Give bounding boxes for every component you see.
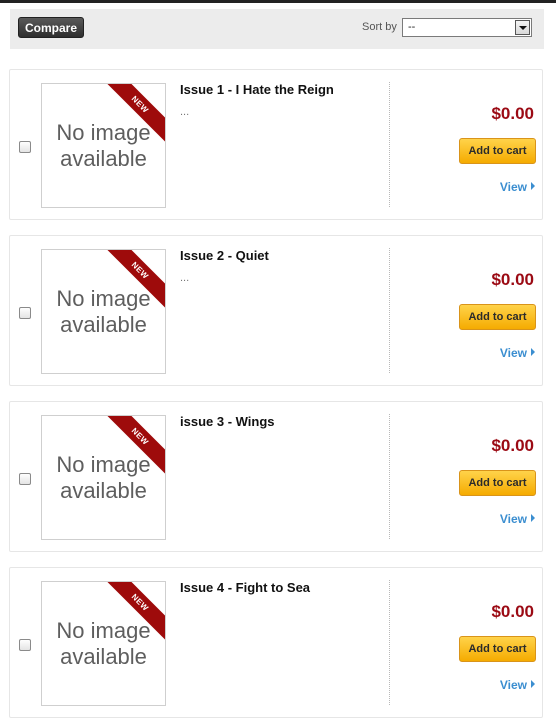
sort-select[interactable]: -- xyxy=(402,18,532,37)
product-card: No image available NEW issue 3 - Wings $… xyxy=(9,401,543,552)
chevron-down-icon[interactable] xyxy=(515,20,530,35)
no-image-placeholder: No image available xyxy=(42,452,165,504)
add-to-cart-button[interactable]: Add to cart xyxy=(459,304,536,330)
product-title[interactable]: Issue 2 - Quiet xyxy=(180,248,269,263)
placeholder-line-2: available xyxy=(60,478,147,503)
product-price: $0.00 xyxy=(491,602,534,621)
product-title[interactable]: issue 3 - Wings xyxy=(180,414,275,429)
view-link-label[interactable]: View xyxy=(500,180,527,194)
view-link[interactable]: View xyxy=(500,678,535,692)
product-title[interactable]: Issue 4 - Fight to Sea xyxy=(180,580,310,595)
toolbar: Compare Sort by -- xyxy=(10,9,544,49)
compare-checkbox[interactable] xyxy=(19,307,31,319)
compare-checkbox[interactable] xyxy=(19,141,31,153)
no-image-placeholder: No image available xyxy=(42,618,165,670)
product-image[interactable]: No image available NEW xyxy=(41,581,166,706)
product-card: No image available NEW Issue 2 - Quiet .… xyxy=(9,235,543,386)
sort-select-value: -- xyxy=(408,21,416,33)
product-title[interactable]: Issue 1 - I Hate the Reign xyxy=(180,82,334,97)
placeholder-line-2: available xyxy=(60,644,147,669)
divider xyxy=(389,248,390,373)
view-link-label[interactable]: View xyxy=(500,346,527,360)
caret-right-icon xyxy=(531,514,535,522)
product-card: No image available NEW Issue 1 - I Hate … xyxy=(9,69,543,220)
divider xyxy=(389,580,390,705)
sort-by-label: Sort by xyxy=(362,21,397,33)
caret-right-icon xyxy=(531,680,535,688)
product-image[interactable]: No image available NEW xyxy=(41,83,166,208)
product-description: ... xyxy=(180,106,190,118)
product-card: No image available NEW Issue 4 - Fight t… xyxy=(9,567,543,718)
compare-checkbox[interactable] xyxy=(19,473,31,485)
placeholder-line-2: available xyxy=(60,146,147,171)
top-border xyxy=(0,0,556,3)
product-price: $0.00 xyxy=(491,104,534,123)
divider xyxy=(389,414,390,539)
add-to-cart-button[interactable]: Add to cart xyxy=(459,470,536,496)
view-link-label[interactable]: View xyxy=(500,512,527,526)
product-price: $0.00 xyxy=(491,436,534,455)
no-image-placeholder: No image available xyxy=(42,286,165,338)
product-image[interactable]: No image available NEW xyxy=(41,249,166,374)
divider xyxy=(389,82,390,207)
compare-button[interactable]: Compare xyxy=(18,17,84,38)
product-description: ... xyxy=(180,272,190,284)
product-price: $0.00 xyxy=(491,270,534,289)
placeholder-line-2: available xyxy=(60,312,147,337)
view-link[interactable]: View xyxy=(500,346,535,360)
add-to-cart-button[interactable]: Add to cart xyxy=(459,138,536,164)
view-link[interactable]: View xyxy=(500,512,535,526)
view-link[interactable]: View xyxy=(500,180,535,194)
caret-right-icon xyxy=(531,182,535,190)
view-link-label[interactable]: View xyxy=(500,678,527,692)
no-image-placeholder: No image available xyxy=(42,120,165,172)
product-image[interactable]: No image available NEW xyxy=(41,415,166,540)
compare-checkbox[interactable] xyxy=(19,639,31,651)
caret-right-icon xyxy=(531,348,535,356)
add-to-cart-button[interactable]: Add to cart xyxy=(459,636,536,662)
